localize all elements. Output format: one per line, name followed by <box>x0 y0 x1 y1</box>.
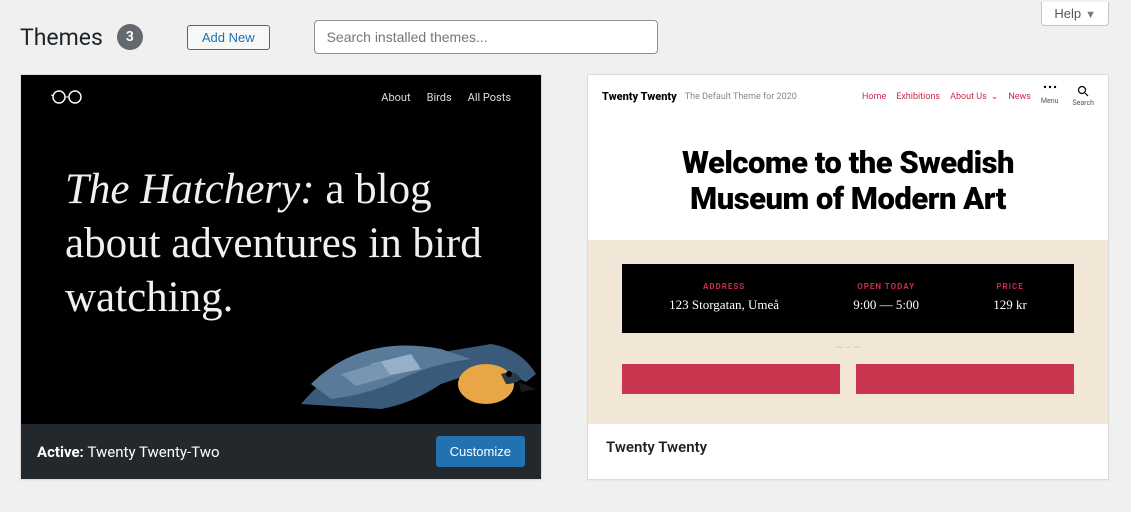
themes-grid: About Birds All Posts The Hatchery: a bl… <box>0 54 1131 500</box>
preview-info-bar: ADDRESS 123 Storgatan, Umeå OPEN TODAY 9… <box>622 264 1074 333</box>
preview-nav: Home Exhibitions About Us ⌄ News <box>862 92 1031 102</box>
nav-item: Exhibitions <box>896 92 940 102</box>
info-value: 123 Storgatan, Umeå <box>669 297 779 313</box>
customize-button[interactable]: Customize <box>436 436 525 467</box>
help-label: Help <box>1054 6 1081 21</box>
nav-item: Home <box>862 92 886 102</box>
theme-count-badge: 3 <box>117 24 143 50</box>
theme-card[interactable]: Twenty Twenty The Default Theme for 2020… <box>587 74 1109 480</box>
active-label: Active: <box>37 443 84 461</box>
help-button[interactable]: Help ▼ <box>1041 2 1109 26</box>
add-new-button[interactable]: Add New <box>187 25 270 50</box>
preview-nav: About Birds All Posts <box>381 91 511 104</box>
info-value: 9:00 — 5:00 <box>853 297 919 313</box>
search-icon: Search <box>1072 85 1094 109</box>
preview-tagline: The Default Theme for 2020 <box>685 92 797 102</box>
info-label: ADDRESS <box>669 282 779 291</box>
theme-card-active[interactable]: About Birds All Posts The Hatchery: a bl… <box>20 74 542 480</box>
theme-preview: About Birds All Posts The Hatchery: a bl… <box>21 75 541 424</box>
nav-item: News <box>1008 92 1031 102</box>
preview-headline: The Hatchery: a blog about adventures in… <box>21 105 541 324</box>
info-label: PRICE <box>993 282 1027 291</box>
nav-item: Birds <box>427 91 452 104</box>
theme-preview: Twenty Twenty The Default Theme for 2020… <box>588 75 1108 424</box>
preview-blocks <box>622 364 1074 394</box>
theme-logo-icon <box>51 89 85 105</box>
page-title: Themes <box>20 24 103 51</box>
menu-icon: Menu <box>1041 85 1059 109</box>
nav-item: All Posts <box>468 91 511 104</box>
info-value: 129 kr <box>993 297 1027 313</box>
info-label: OPEN TODAY <box>853 282 919 291</box>
nav-item: About <box>381 91 410 104</box>
theme-name: Twenty Twenty <box>606 438 707 456</box>
search-input[interactable] <box>314 20 658 54</box>
preview-hero: Welcome to the SwedishMuseum of Modern A… <box>588 119 1108 240</box>
chevron-down-icon: ⌄ <box>991 92 999 102</box>
chevron-down-icon: ▼ <box>1085 9 1096 21</box>
divider-icon: — ·· — <box>622 333 1074 364</box>
preview-brand: Twenty Twenty <box>602 90 677 103</box>
nav-item: About Us <box>950 92 987 102</box>
theme-name: Twenty Twenty-Two <box>88 443 220 461</box>
theme-footer: Twenty Twenty <box>588 424 1108 470</box>
bird-illustration-icon <box>291 314 541 424</box>
theme-footer: Active: Twenty Twenty-Two Customize <box>21 424 541 479</box>
page-header: Themes 3 Add New <box>0 0 1131 54</box>
